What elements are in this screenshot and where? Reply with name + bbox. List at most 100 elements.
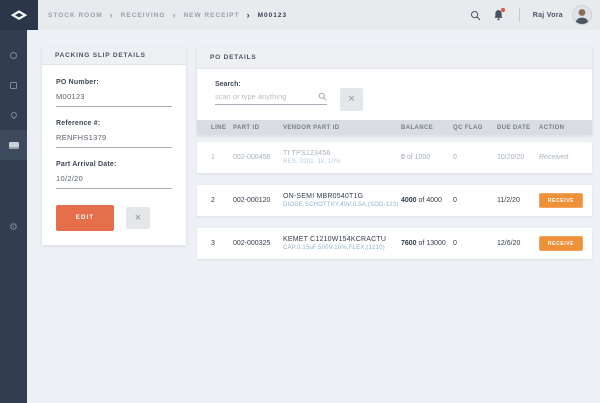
sidebar: ⚙ [0,30,27,403]
cell-part-id: 002-000456 [233,154,283,161]
po-search-section: Search: × [197,69,592,120]
cell-due-date: 10/20/20 [497,154,539,161]
notification-dot [501,8,505,12]
vendor-part-id: ON-SEMI MBR0540T1G [283,193,401,200]
balance-qty: 4000 [401,197,417,204]
close-icon: × [135,213,141,224]
cell-line: 2 [211,197,233,204]
divider [519,8,520,22]
col-line: LINE [211,125,233,131]
search-input[interactable] [215,92,318,101]
po-details-title: PO DETAILS [210,54,257,61]
cell-vendor: KEMET C1210W154KCRACTU CAP,0.15uF,500V,1… [283,236,401,251]
chevron-right-icon: › [172,10,176,20]
breadcrumb-label: NEW RECEIPT [183,12,239,19]
app-window: STOCK ROOM › RECEIVING › NEW RECEIPT › M… [0,0,600,403]
receive-button[interactable]: RECEIVE [539,236,583,251]
diamond-logo-icon [10,9,28,22]
balance-of: of [407,154,413,161]
cell-part-id: 002-000325 [233,240,283,247]
cell-action: RECEIVE [539,193,583,208]
balance-of: of [419,197,425,204]
app-logo[interactable] [0,0,38,30]
notification-bell-icon[interactable] [492,8,506,22]
breadcrumb-label: M00123 [258,12,288,19]
cell-due-date: 11/2/20 [497,197,539,204]
breadcrumb-item[interactable]: › RECEIVING [103,10,166,20]
field-label: PO Number: [56,79,172,86]
location-pin-icon [9,111,17,119]
chevron-right-icon: › [110,10,114,20]
form-field: Part Arrival Date: 10/2/20 [56,161,172,189]
cell-action: Received [539,154,578,161]
table-row: 3 002-000325 KEMET C1210W154KCRACTU CAP,… [197,228,592,259]
cell-due-date: 12/6/20 [497,240,539,247]
cell-vendor: TI TPS123456 RES, 0201, 1k, 10% [283,150,401,165]
packing-slip-body: PO Number: M00123 Reference #: RENFHS137… [42,65,186,231]
cell-action: RECEIVE [539,236,583,251]
clear-icon: × [348,94,354,105]
vendor-part-id: KEMET C1210W154KCRACTU [283,236,401,243]
field-value-input[interactable]: 10/2/20 [56,174,172,189]
balance-total: 1000 [415,154,431,161]
receiving-card-icon [9,142,19,149]
field-value-input[interactable]: M00123 [56,92,172,107]
search-label: Search: [215,81,574,88]
col-vendor-part-id: VENDOR PART ID [283,125,401,131]
breadcrumb-label: RECEIVING [121,12,166,19]
vendor-description-link[interactable]: RES, 0201, 1k, 10% [283,159,401,165]
edit-button[interactable]: EDIT [56,205,114,231]
field-value-input[interactable]: RENFHS1379 [56,133,172,148]
table-header-row: LINE PART ID VENDOR PART ID BALANCE QC F… [197,120,592,135]
col-qc-flag: QC FLAG [453,125,497,131]
packing-slip-header: PACKING SLIP DETAILS [42,47,186,65]
sidebar-item-settings[interactable]: ⚙ [0,213,27,243]
table-row: 2 002-000120 ON-SEMI MBR0540T1G DIODE,SC… [197,185,592,216]
balance-total: 4000 [426,197,442,204]
cell-qc-flag: 0 [453,197,497,204]
sidebar-item-inventory[interactable] [0,70,27,100]
packing-slip-card: PACKING SLIP DETAILS PO Number: M00123 R… [42,47,186,245]
avatar[interactable] [572,5,592,25]
vendor-description-link[interactable]: CAP,0.15uF,500V,10%,FLEX,(1210) [283,245,401,251]
cell-part-id: 002-000120 [233,197,283,204]
sidebar-item-locations[interactable] [0,100,27,130]
balance-total: 13000 [426,240,445,247]
packing-slip-actions: EDIT × [56,205,172,231]
balance-qty: 0 [401,154,405,161]
balance-of: of [419,240,425,247]
field-label: Part Arrival Date: [56,161,172,168]
receive-button[interactable]: RECEIVE [539,193,583,208]
cell-vendor: ON-SEMI MBR0540T1G DIODE,SCHOTTKY,40V,0.… [283,193,401,208]
search-icon[interactable] [469,8,483,22]
sidebar-item-dashboard[interactable] [0,40,27,70]
col-balance: BALANCE [401,125,453,131]
sidebar-item-receiving[interactable] [0,130,27,160]
clear-search-button[interactable]: × [340,88,363,111]
breadcrumb-item[interactable]: › NEW RECEIPT [165,10,239,20]
form-field: Reference #: RENFHS1379 [56,120,172,148]
breadcrumb-item[interactable]: STOCK ROOM [48,12,103,19]
packing-slip-title: PACKING SLIP DETAILS [55,52,146,59]
cell-balance: 7600 of 13000 [401,240,453,247]
cancel-button[interactable]: × [126,207,150,229]
search-icon [318,92,327,101]
cell-balance: 0 of 1000 [401,154,453,161]
settings-gear-icon: ⚙ [9,223,18,233]
top-bar: STOCK ROOM › RECEIVING › NEW RECEIPT › M… [0,0,600,30]
table-row: 1 002-000456 TI TPS123456 RES, 0201, 1k,… [197,142,592,173]
col-action: ACTION [539,125,578,131]
cell-qc-flag: 0 [453,154,497,161]
po-details-card: PO DETAILS Search: × LINE PART ID VENDOR… [197,47,592,259]
search-input-wrap [215,92,327,105]
breadcrumb-item[interactable]: › M00123 [240,10,288,20]
chevron-right-icon: › [247,10,251,20]
balance-qty: 7600 [401,240,417,247]
po-details-header: PO DETAILS [197,47,592,69]
cell-qc-flag: 0 [453,240,497,247]
col-part-id: PART ID [233,125,283,131]
breadcrumb-label: STOCK ROOM [48,12,103,19]
cell-balance: 4000 of 4000 [401,197,453,204]
vendor-description-link[interactable]: DIODE,SCHOTTKY,40V,0.5A,(SOD-123) [283,202,401,208]
field-label: Reference #: [56,120,172,127]
